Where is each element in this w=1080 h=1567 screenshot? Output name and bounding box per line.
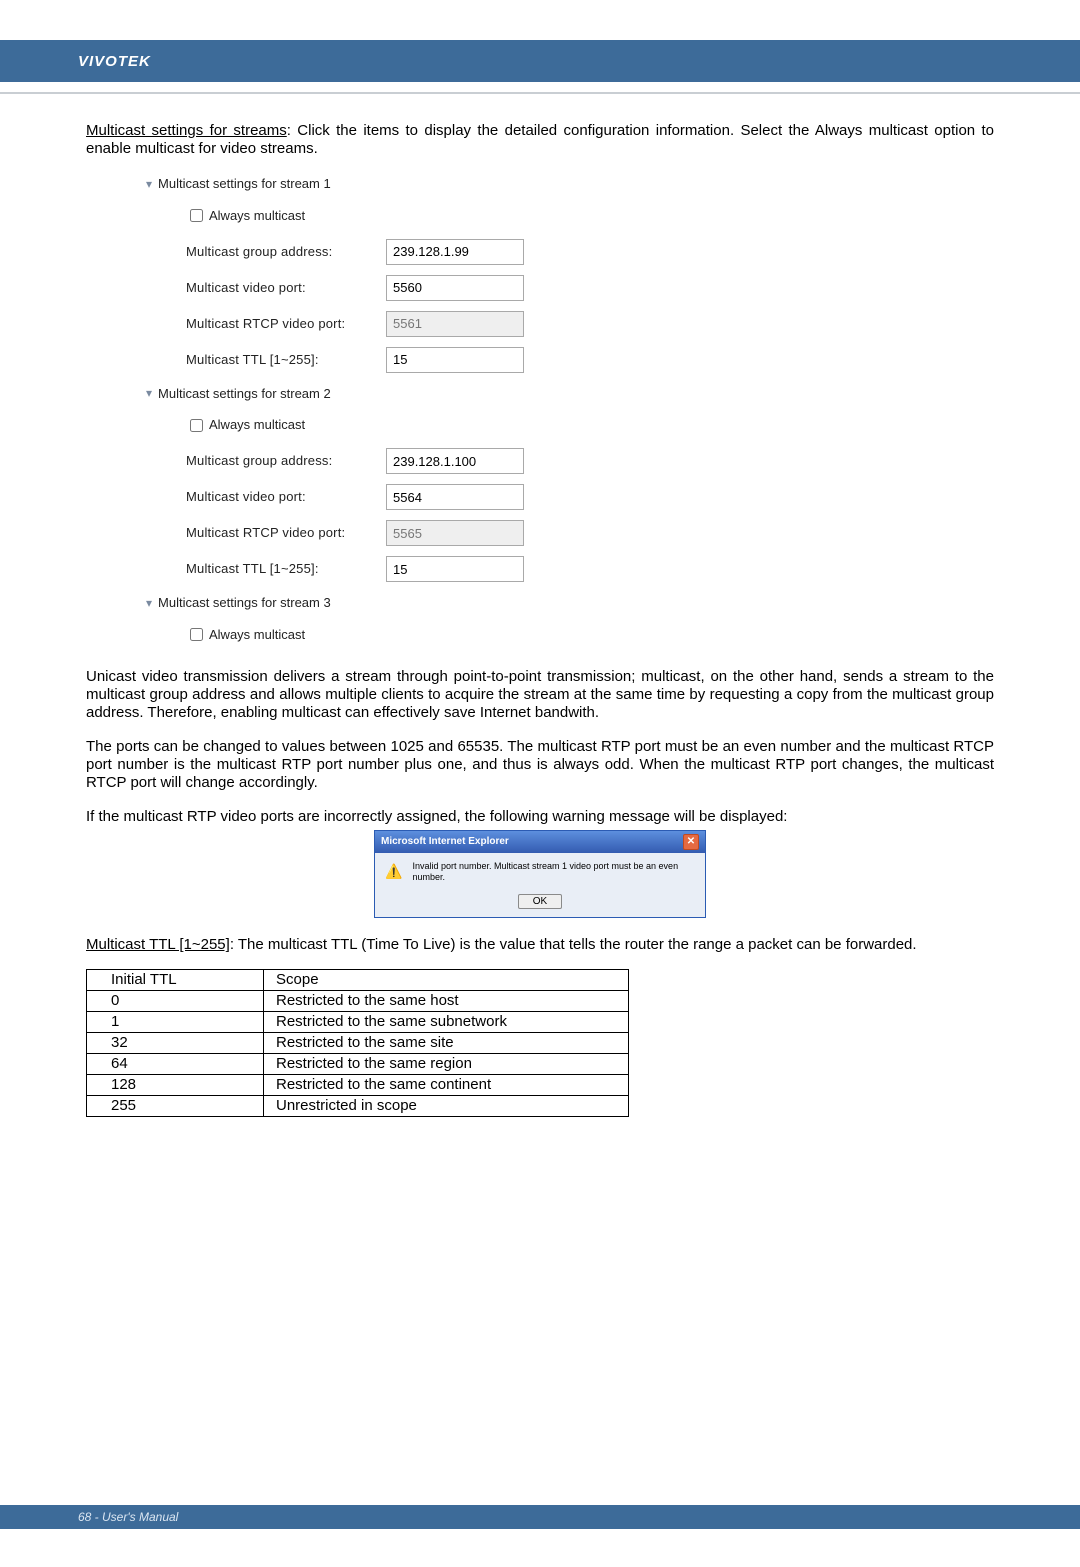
stream2-videoport-input[interactable] xyxy=(386,484,524,510)
stream2-groupaddr-input[interactable] xyxy=(386,448,524,474)
stream1-title: Multicast settings for stream 1 xyxy=(158,176,331,192)
page-header: VIVOTEK xyxy=(0,40,1080,82)
multicast-panel: ▾ Multicast settings for stream 1 Always… xyxy=(146,176,994,653)
stream1-rtcp-label: Multicast RTCP video port: xyxy=(186,316,386,332)
stream1-videoport-label: Multicast video port: xyxy=(186,280,386,296)
stream1-always-label: Always multicast xyxy=(209,208,305,224)
page-footer: 68 - User's Manual xyxy=(0,1505,1080,1529)
stream2-always-checkbox[interactable] xyxy=(190,419,203,432)
unicast-paragraph: Unicast video transmission delivers a st… xyxy=(86,668,994,722)
close-icon[interactable]: ✕ xyxy=(683,834,699,850)
stream3-always-label: Always multicast xyxy=(209,627,305,643)
header-divider xyxy=(0,92,1080,94)
brand-logo: VIVOTEK xyxy=(78,53,151,70)
stream1-groupaddr-label: Multicast group address: xyxy=(186,244,386,260)
table-row: 255Unrestricted in scope xyxy=(87,1096,629,1117)
ttl-th-1: Scope xyxy=(264,970,629,991)
stream1-always-row: Always multicast xyxy=(186,198,994,234)
ttl-table: Initial TTL Scope 0Restricted to the sam… xyxy=(86,969,629,1117)
stream2-always-label: Always multicast xyxy=(209,417,305,433)
chevron-down-icon: ▾ xyxy=(146,596,152,610)
stream2-ttl-input[interactable] xyxy=(386,556,524,582)
table-row: 128Restricted to the same continent xyxy=(87,1075,629,1096)
page: VIVOTEK Multicast settings for streams: … xyxy=(0,40,1080,1567)
ok-button[interactable]: OK xyxy=(518,894,562,909)
page-content: Multicast settings for streams: Click th… xyxy=(86,122,994,1117)
stream3-always-row: Always multicast xyxy=(186,617,994,653)
intro-paragraph: Multicast settings for streams: Click th… xyxy=(86,122,994,158)
table-row: 0Restricted to the same host xyxy=(87,991,629,1012)
stream3-header[interactable]: ▾ Multicast settings for stream 3 xyxy=(146,595,994,611)
stream1-always-checkbox[interactable] xyxy=(190,209,203,222)
chevron-down-icon: ▾ xyxy=(146,177,152,191)
stream2-title: Multicast settings for stream 2 xyxy=(158,386,331,402)
stream2-rtcp-label: Multicast RTCP video port: xyxy=(186,525,386,541)
stream2-groupaddr-label: Multicast group address: xyxy=(186,453,386,469)
ports-paragraph: The ports can be changed to values betwe… xyxy=(86,738,994,792)
stream2-videoport-label: Multicast video port: xyxy=(186,489,386,505)
stream1-header[interactable]: ▾ Multicast settings for stream 1 xyxy=(146,176,994,192)
ttl-description: Multicast TTL [1~255]: The multicast TTL… xyxy=(86,936,994,954)
stream1-videoport-input[interactable] xyxy=(386,275,524,301)
dialog-title: Microsoft Internet Explorer xyxy=(381,836,509,848)
warning-icon: ⚠️ xyxy=(385,863,402,881)
stream2-ttl-label: Multicast TTL [1~255]: xyxy=(186,561,386,577)
warning-dialog: Microsoft Internet Explorer ✕ ⚠️ Invalid… xyxy=(374,830,706,919)
ttl-lead: Multicast TTL [1~255] xyxy=(86,936,230,953)
stream3-title: Multicast settings for stream 3 xyxy=(158,595,331,611)
stream1-ttl-label: Multicast TTL [1~255]: xyxy=(186,352,386,368)
stream2-rtcp-input xyxy=(386,520,524,546)
table-row: 64Restricted to the same region xyxy=(87,1054,629,1075)
stream3-always-checkbox[interactable] xyxy=(190,628,203,641)
stream1-ttl-input[interactable] xyxy=(386,347,524,373)
stream1-groupaddr-input[interactable] xyxy=(386,239,524,265)
footer-text: 68 - User's Manual xyxy=(78,1510,178,1524)
dialog-titlebar: Microsoft Internet Explorer ✕ xyxy=(375,831,705,853)
stream2-header[interactable]: ▾ Multicast settings for stream 2 xyxy=(146,386,994,402)
ttl-th-0: Initial TTL xyxy=(87,970,264,991)
stream1-rtcp-input xyxy=(386,311,524,337)
table-row: 32Restricted to the same site xyxy=(87,1033,629,1054)
dialog-body: ⚠️ Invalid port number. Multicast stream… xyxy=(375,853,705,891)
table-row: 1Restricted to the same subnetwork xyxy=(87,1012,629,1033)
stream2-always-row: Always multicast xyxy=(186,407,994,443)
dialog-footer: OK xyxy=(375,890,705,917)
dialog-message: Invalid port number. Multicast stream 1 … xyxy=(412,861,695,883)
chevron-down-icon: ▾ xyxy=(146,386,152,400)
intro-lead: Multicast settings for streams xyxy=(86,122,287,139)
ttl-rest: : The multicast TTL (Time To Live) is th… xyxy=(230,936,917,953)
table-header-row: Initial TTL Scope xyxy=(87,970,629,991)
warning-intro-paragraph: If the multicast RTP video ports are inc… xyxy=(86,808,994,826)
